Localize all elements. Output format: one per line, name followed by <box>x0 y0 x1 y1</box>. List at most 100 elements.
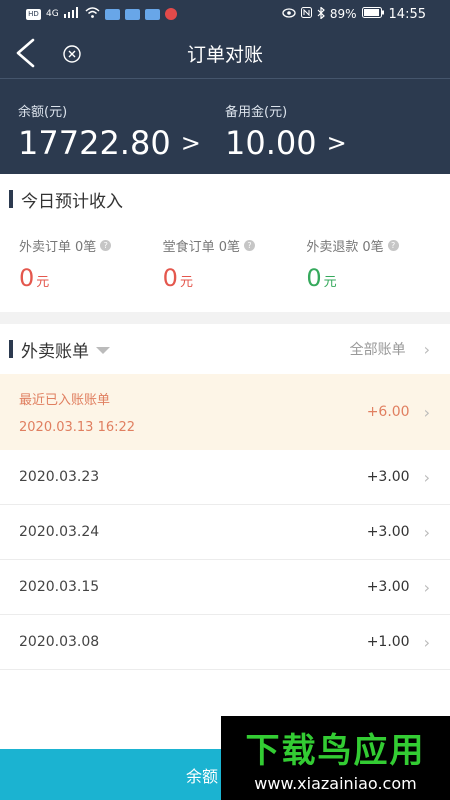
bill-row[interactable]: 2020.03.15 +3.00 › <box>0 560 450 615</box>
bill-row[interactable]: 2020.03.24 +3.00 › <box>0 505 450 560</box>
watermark-logo: 下载鸟应用 www.xiazainiao.com <box>221 716 450 800</box>
app-notification-icon <box>104 8 120 20</box>
chevron-right-icon: › <box>423 339 430 359</box>
reserve-label: 备用金(元) <box>225 105 288 120</box>
stat-count: 0笔 <box>362 240 384 255</box>
bill-date: 2020.03.24 <box>19 524 100 540</box>
app-notification-icon-2 <box>124 8 140 20</box>
top-panel: HD 4G 89% 14:55 订单对账 余额(元) 17722.80 > 备用… <box>0 0 450 174</box>
chevron-right-icon: > <box>326 129 347 157</box>
stat-number: 0 <box>162 264 178 292</box>
help-icon[interactable]: ? <box>387 240 399 251</box>
reserve-value-row: 10.00 > <box>225 124 432 162</box>
recent-amount: +6.00 <box>366 404 410 420</box>
stat-number: 0 <box>306 264 322 292</box>
bill-amount-group: +3.00 › <box>367 468 430 487</box>
balance-value: 17722.80 <box>18 124 171 162</box>
bills-title: 外卖账单 <box>21 341 89 362</box>
hd-icon: HD <box>26 8 41 20</box>
nfc-icon <box>300 7 312 21</box>
stat-label-text: 堂食订单 <box>162 240 215 255</box>
back-arrow-icon <box>16 38 35 68</box>
bill-row[interactable]: 2020.03.23 +3.00 › <box>0 450 450 505</box>
status-bar: HD 4G 89% 14:55 <box>0 0 450 28</box>
battery-icon <box>361 7 384 21</box>
section-marker <box>9 340 13 358</box>
all-bills-link[interactable]: 全部账单 › <box>350 339 430 359</box>
chevron-right-icon: › <box>423 402 430 422</box>
all-bills-label: 全部账单 <box>349 342 406 358</box>
bill-amount: +1.00 <box>366 634 410 650</box>
wifi-icon <box>85 7 100 21</box>
stat-unit: 元 <box>179 275 193 290</box>
bluetooth-icon <box>317 5 325 22</box>
eye-icon <box>282 7 296 21</box>
stat-label: 外卖订单 0笔 ? <box>19 236 163 255</box>
stat-value: 0 元 <box>163 264 307 292</box>
bill-amount-group: +3.00 › <box>367 578 430 597</box>
chevron-right-icon: › <box>423 577 430 597</box>
watermark-url: www.xiazainiao.com <box>254 774 417 793</box>
caret-down-icon <box>96 347 110 354</box>
stat-dinein-orders[interactable]: 堂食订单 0笔 ? 0 元 <box>163 236 307 292</box>
signal-icon <box>63 7 80 21</box>
close-button[interactable] <box>61 43 83 65</box>
bill-row[interactable]: 2020.03.08 +1.00 › <box>0 615 450 670</box>
stat-delivery-orders[interactable]: 外卖订单 0笔 ? 0 元 <box>19 236 163 292</box>
recent-info: 最近已入账账单 2020.03.13 16:22 <box>19 389 135 435</box>
clock: 14:55 <box>388 6 426 22</box>
chevron-right-icon: > <box>180 129 201 157</box>
bill-date: 2020.03.08 <box>19 634 100 650</box>
reserve-value: 10.00 <box>225 124 317 162</box>
bottom-label: 余额 <box>186 766 219 786</box>
stat-label: 外卖退款 0笔 ? <box>306 236 450 255</box>
bill-amount-group: +1.00 › <box>367 633 430 652</box>
app-notification-icon-4 <box>164 8 177 20</box>
reserve-block[interactable]: 备用金(元) 10.00 > <box>225 101 432 162</box>
recent-settled-bill[interactable]: 最近已入账账单 2020.03.13 16:22 +6.00 › <box>0 374 450 450</box>
stat-value: 0 元 <box>306 264 450 292</box>
battery-percent: 89% <box>329 7 357 21</box>
today-section-header: 今日预计收入 <box>0 174 450 224</box>
stat-number: 0 <box>19 264 35 292</box>
bills-header: 外卖账单 全部账单 › <box>0 324 450 374</box>
stat-count: 0笔 <box>218 240 240 255</box>
balances: 余额(元) 17722.80 > 备用金(元) 10.00 > <box>0 79 450 162</box>
back-button[interactable] <box>8 34 42 72</box>
balance-label: 余额(元) <box>18 105 68 120</box>
stat-value: 0 元 <box>19 264 163 292</box>
chevron-right-icon: › <box>423 632 430 652</box>
stat-count: 0笔 <box>75 240 97 255</box>
stat-unit: 元 <box>323 275 337 290</box>
bill-amount: +3.00 <box>366 579 410 595</box>
balance-value-row: 17722.80 > <box>18 124 225 162</box>
stat-delivery-refunds[interactable]: 外卖退款 0笔 ? 0 元 <box>306 236 450 292</box>
bills-type-dropdown[interactable]: 外卖账单 <box>9 337 110 362</box>
today-title: 今日预计收入 <box>21 191 123 212</box>
bill-date: 2020.03.23 <box>19 469 100 485</box>
balance-block[interactable]: 余额(元) 17722.80 > <box>18 101 225 162</box>
chevron-right-icon: › <box>423 467 430 487</box>
recent-time: 2020.03.13 16:22 <box>19 420 136 435</box>
help-icon[interactable]: ? <box>243 240 255 251</box>
bill-amount: +3.00 <box>366 469 410 485</box>
delivery-bills-card: 外卖账单 全部账单 › 最近已入账账单 2020.03.13 16:22 +6.… <box>0 324 450 749</box>
network-4g-label: 4G <box>46 9 59 19</box>
watermark-title: 下载鸟应用 <box>245 731 426 771</box>
recent-label: 最近已入账账单 <box>19 393 111 408</box>
section-marker <box>9 190 13 208</box>
bill-date: 2020.03.15 <box>19 579 100 595</box>
close-circle-icon <box>63 45 81 63</box>
status-right: 89% 14:55 <box>282 5 426 22</box>
title-bar: 订单对账 <box>0 28 450 78</box>
app-notification-icon-3 <box>144 8 160 20</box>
chevron-right-icon: › <box>423 522 430 542</box>
today-stats: 外卖订单 0笔 ? 0 元 堂食订单 0笔 ? 0 元 外卖退款 0笔 ? 0 … <box>0 224 450 292</box>
today-income-card: 今日预计收入 外卖订单 0笔 ? 0 元 堂食订单 0笔 ? 0 元 外卖退款 … <box>0 174 450 312</box>
recent-amount-group: +6.00 › <box>367 403 430 422</box>
bill-amount-group: +3.00 › <box>367 523 430 542</box>
help-icon[interactable]: ? <box>100 240 112 251</box>
stat-unit: 元 <box>36 275 50 290</box>
stat-label: 堂食订单 0笔 ? <box>163 236 307 255</box>
status-left: HD 4G <box>26 7 177 21</box>
